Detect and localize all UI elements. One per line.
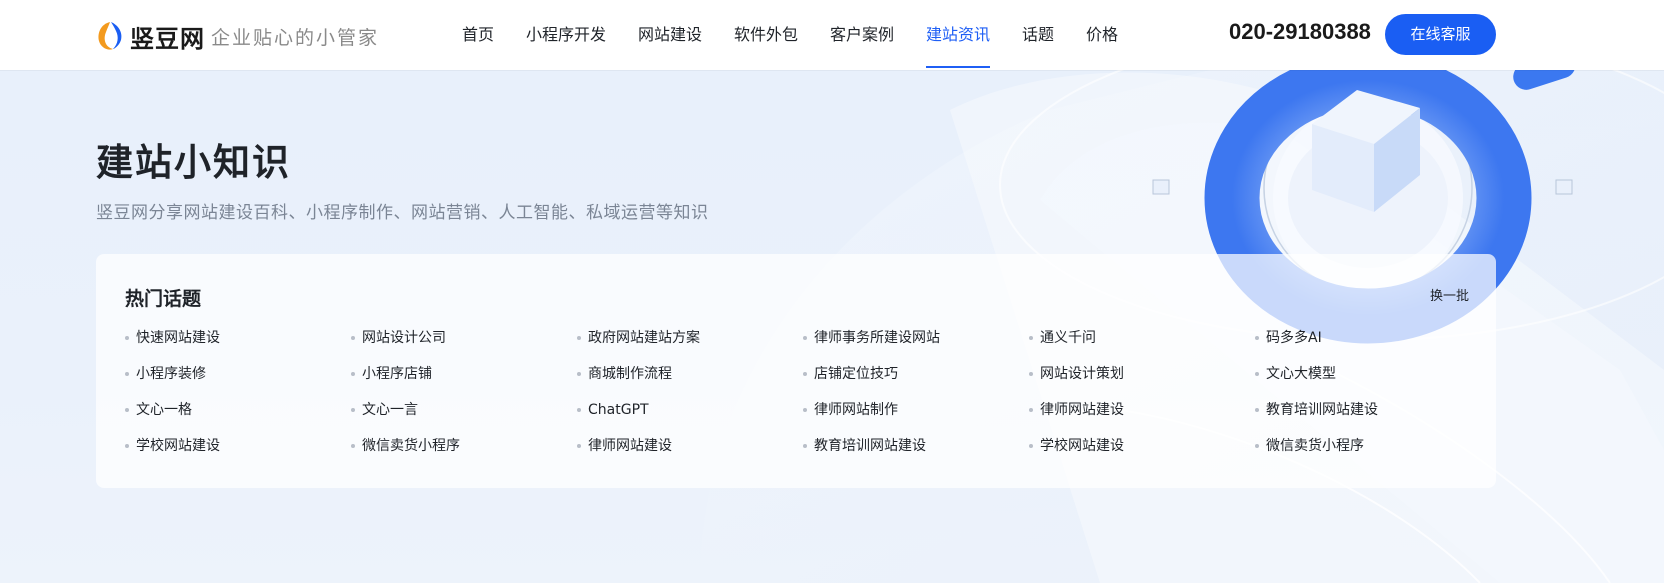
dot-icon (1029, 372, 1033, 376)
phone-number: 020-29180388 (1229, 19, 1371, 44)
topic-link[interactable]: 律师网站制作 (803, 392, 1029, 428)
topic-link[interactable]: 学校网站建设 (125, 428, 351, 464)
nav-item-outsourcing[interactable]: 软件外包 (734, 0, 798, 70)
hot-topics-title: 热门话题 (125, 288, 202, 310)
dot-icon (125, 408, 129, 412)
topic-label: 快速网站建设 (136, 330, 220, 346)
topic-label: 网站设计公司 (362, 330, 446, 346)
logo-slogan: 企业贴心的小管家 (211, 26, 380, 49)
nav-item-miniprogram[interactable]: 小程序开发 (526, 0, 606, 70)
dot-icon (351, 336, 355, 340)
douzi-logo-icon (94, 20, 126, 52)
dot-icon (1029, 336, 1033, 340)
topic-label: 文心一言 (362, 402, 418, 418)
topic-link[interactable]: 店铺定位技巧 (803, 356, 1029, 392)
site-header: 竖豆网 企业贴心的小管家 首页 小程序开发 网站建设 软件外包 客户案例 建站资… (0, 0, 1664, 70)
dot-icon (351, 372, 355, 376)
topic-link[interactable]: 快速网站建设 (125, 320, 351, 356)
topic-label: 小程序店铺 (362, 366, 432, 382)
dot-icon (803, 444, 807, 448)
topic-link[interactable]: 教育培训网站建设 (1255, 392, 1481, 428)
dot-icon (125, 336, 129, 340)
dot-icon (577, 372, 581, 376)
topic-label: 码多多AI (1266, 330, 1322, 346)
topic-link[interactable]: 律师网站建设 (577, 428, 803, 464)
topic-label: 律师事务所建设网站 (814, 330, 940, 346)
logo-name: 竖豆网 (130, 24, 205, 53)
site-logo[interactable]: 竖豆网 企业贴心的小管家 (94, 16, 379, 56)
topic-label: 文心大模型 (1266, 366, 1336, 382)
topic-link[interactable]: 网站设计公司 (351, 320, 577, 356)
dot-icon (577, 408, 581, 412)
dot-icon (1255, 336, 1259, 340)
dot-icon (125, 372, 129, 376)
page-subtitle: 竖豆网分享网站建设百科、小程序制作、网站营销、人工智能、私域运营等知识 (96, 203, 709, 223)
dot-icon (1255, 444, 1259, 448)
dot-icon (125, 444, 129, 448)
dot-icon (803, 372, 807, 376)
topic-label: 政府网站建站方案 (588, 330, 700, 346)
topic-link[interactable]: 律师网站建设 (1029, 392, 1255, 428)
dot-icon (803, 408, 807, 412)
main-nav: 首页 小程序开发 网站建设 软件外包 客户案例 建站资讯 话题 价格 (462, 0, 1118, 70)
refresh-topics-button[interactable]: 换一批 (1430, 285, 1469, 304)
nav-item-news[interactable]: 建站资讯 (926, 0, 990, 70)
topic-label: 律师网站建设 (588, 438, 672, 454)
topic-label: 律师网站建设 (1040, 402, 1124, 418)
dot-icon (351, 408, 355, 412)
topic-link[interactable]: 文心一格 (125, 392, 351, 428)
topic-link[interactable]: ChatGPT (577, 392, 803, 428)
topic-link[interactable]: 小程序装修 (125, 356, 351, 392)
topic-label: 微信卖货小程序 (1266, 438, 1364, 454)
dot-icon (577, 336, 581, 340)
topic-label: 教育培训网站建设 (814, 438, 926, 454)
topic-link[interactable]: 小程序店铺 (351, 356, 577, 392)
nav-item-cases[interactable]: 客户案例 (830, 0, 894, 70)
dot-icon (1255, 372, 1259, 376)
topic-link[interactable]: 码多多AI (1255, 320, 1481, 356)
online-service-button[interactable]: 在线客服 (1385, 14, 1496, 55)
hero-banner: 建站小知识 竖豆网分享网站建设百科、小程序制作、网站营销、人工智能、私域运营等知… (0, 70, 1664, 583)
dot-icon (351, 444, 355, 448)
nav-item-home[interactable]: 首页 (462, 0, 494, 70)
topic-link[interactable]: 商城制作流程 (577, 356, 803, 392)
topic-link[interactable]: 微信卖货小程序 (1255, 428, 1481, 464)
topic-label: 微信卖货小程序 (362, 438, 460, 454)
topic-label: 小程序装修 (136, 366, 206, 382)
topic-label: 网站设计策划 (1040, 366, 1124, 382)
dot-icon (1029, 444, 1033, 448)
topic-label: 学校网站建设 (1040, 438, 1124, 454)
hot-topics-panel: 热门话题 换一批 快速网站建设 网站设计公司 政府网站建站方案 律师事务所建设网站 通义… (96, 254, 1496, 488)
topic-label: 教育培训网站建设 (1266, 402, 1378, 418)
topic-link[interactable]: 网站设计策划 (1029, 356, 1255, 392)
topic-label: 店铺定位技巧 (814, 366, 898, 382)
topic-link[interactable]: 微信卖货小程序 (351, 428, 577, 464)
topic-link[interactable]: 文心一言 (351, 392, 577, 428)
topic-link[interactable]: 政府网站建站方案 (577, 320, 803, 356)
nav-item-topics[interactable]: 话题 (1022, 0, 1054, 70)
topic-link[interactable]: 通义千问 (1029, 320, 1255, 356)
topic-link[interactable]: 律师事务所建设网站 (803, 320, 1029, 356)
topic-label: 文心一格 (136, 402, 192, 418)
topic-label: 通义千问 (1040, 330, 1096, 346)
topic-label: 律师网站制作 (814, 402, 898, 418)
dot-icon (1029, 408, 1033, 412)
dot-icon (1255, 408, 1259, 412)
topic-label: 学校网站建设 (136, 438, 220, 454)
topic-label: ChatGPT (588, 402, 649, 418)
topic-link[interactable]: 教育培训网站建设 (803, 428, 1029, 464)
nav-item-website[interactable]: 网站建设 (638, 0, 702, 70)
topic-grid: 快速网站建设 网站设计公司 政府网站建站方案 律师事务所建设网站 通义千问 码多多AI 小程… (125, 320, 1475, 464)
dot-icon (803, 336, 807, 340)
page-title: 建站小知识 (96, 141, 291, 184)
topic-label: 商城制作流程 (588, 366, 672, 382)
dot-icon (577, 444, 581, 448)
topic-link[interactable]: 学校网站建设 (1029, 428, 1255, 464)
nav-item-price[interactable]: 价格 (1086, 0, 1118, 70)
topic-link[interactable]: 文心大模型 (1255, 356, 1481, 392)
